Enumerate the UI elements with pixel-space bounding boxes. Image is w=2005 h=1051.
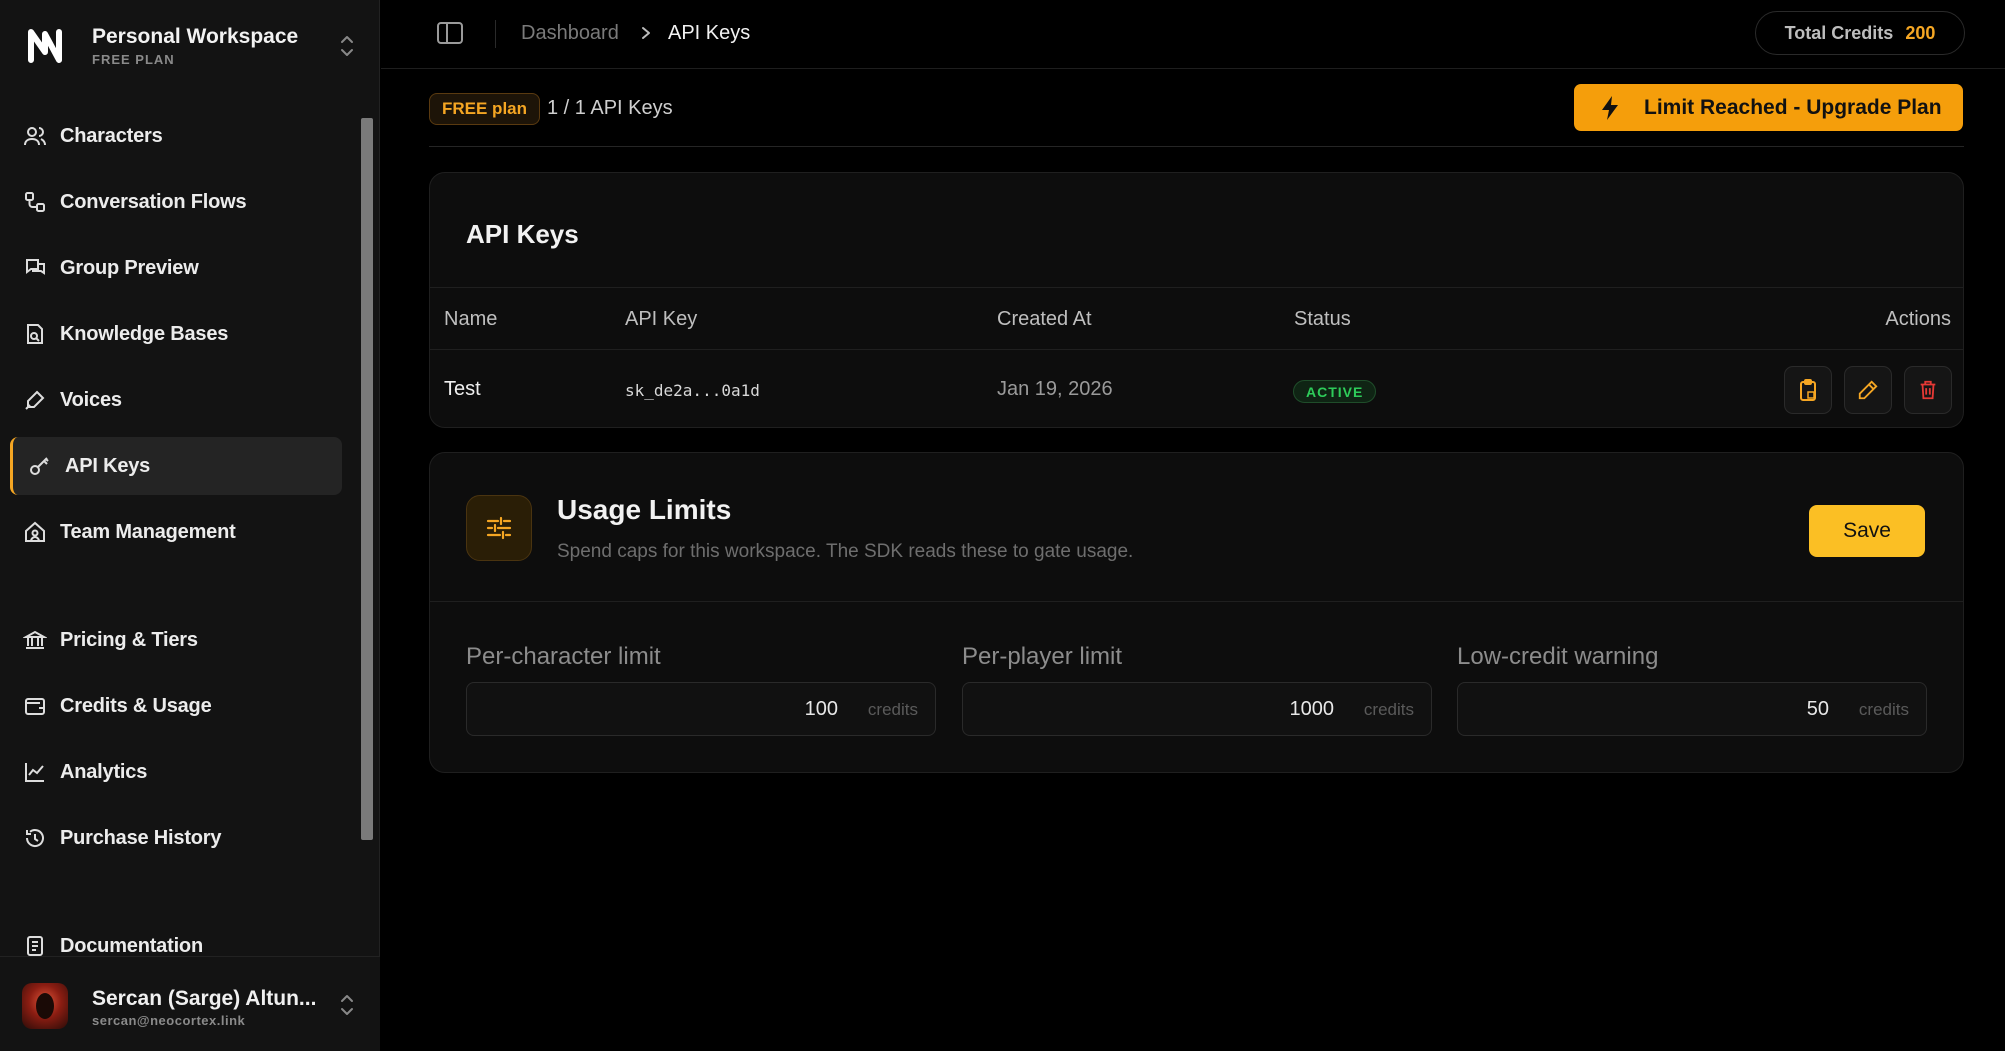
sliders-icon	[466, 495, 532, 561]
sidebar-item-label: Analytics	[60, 760, 148, 783]
sidebar-item-label: Conversation Flows	[60, 190, 247, 213]
sidebar-item-label: API Keys	[65, 454, 151, 477]
per-character-limit-input[interactable]: 100 credits	[466, 682, 936, 736]
credits-value: 200	[1905, 22, 1936, 43]
pencil-icon	[1858, 380, 1878, 400]
trash-icon	[1920, 380, 1936, 400]
knowledge-base-icon	[22, 321, 48, 347]
column-header-name: Name	[444, 308, 498, 330]
api-keys-card: API Keys Name API Key Created At Status …	[429, 172, 1964, 428]
save-button[interactable]: Save	[1809, 505, 1925, 557]
card-title: API Keys	[466, 219, 579, 249]
status-badge: ACTIVE	[1293, 380, 1377, 403]
sidebar-item-label: Credits & Usage	[60, 694, 212, 717]
edit-key-button[interactable]	[1844, 366, 1892, 414]
wallet-icon	[22, 693, 48, 719]
chevron-up-down-icon	[341, 36, 353, 56]
per-player-limit-input[interactable]: 1000 credits	[962, 682, 1432, 736]
key-value: sk_de2a...0a1d	[625, 381, 760, 400]
sidebar-item-knowledge-bases[interactable]: Knowledge Bases	[10, 305, 342, 363]
sidebar-item-label: Purchase History	[60, 826, 222, 849]
team-home-icon	[22, 519, 48, 545]
divider	[430, 287, 1963, 288]
users-icon	[22, 123, 48, 149]
input-unit: credits	[1363, 700, 1414, 719]
sidebar-item-label: Pricing & Tiers	[60, 628, 198, 651]
low-credit-warning-input[interactable]: 50 credits	[1457, 682, 1927, 736]
sidebar-item-label: Group Preview	[60, 256, 199, 279]
sidebar-item-label: Team Management	[60, 520, 236, 543]
sidebar: Personal Workspace FREE PLAN Characters …	[0, 0, 380, 1051]
sidebar-item-characters[interactable]: Characters	[10, 107, 342, 165]
input-unit: credits	[867, 700, 918, 719]
upgrade-plan-button[interactable]: Limit Reached - Upgrade Plan	[1574, 84, 1963, 131]
sidebar-item-label: Characters	[60, 124, 163, 147]
pen-voice-icon	[22, 387, 48, 413]
history-icon	[22, 825, 48, 851]
user-name: Sercan (Sarge) Altun...	[92, 987, 317, 1010]
top-bar: Dashboard API Keys Total Credits 200	[381, 0, 2005, 69]
credits-label: Total Credits	[1784, 22, 1894, 43]
sidebar-item-credits[interactable]: Credits & Usage	[10, 677, 342, 735]
api-key-count: 1 / 1 API Keys	[547, 97, 673, 119]
user-menu[interactable]: Sercan (Sarge) Altun... sercan@neocortex…	[0, 956, 380, 1051]
flow-icon	[22, 189, 48, 215]
workspace-switcher[interactable]: Personal Workspace FREE PLAN	[22, 22, 358, 70]
key-created-at: Jan 19, 2026	[997, 378, 1113, 400]
sidebar-item-label: Documentation	[60, 934, 203, 957]
chevron-up-down-icon	[341, 995, 353, 1015]
input-value: 50	[1806, 698, 1829, 720]
per-character-limit-label: Per-character limit	[466, 643, 661, 670]
copy-key-button[interactable]	[1784, 366, 1832, 414]
column-header-api-key: API Key	[625, 308, 698, 330]
sidebar-item-label: Voices	[60, 388, 122, 411]
sidebar-item-voices[interactable]: Voices	[10, 371, 342, 429]
column-header-status: Status	[1294, 308, 1351, 330]
per-player-limit-label: Per-player limit	[962, 643, 1123, 670]
delete-key-button[interactable]	[1904, 366, 1952, 414]
app-logo	[22, 23, 68, 69]
sidebar-item-label: Knowledge Bases	[60, 322, 229, 345]
low-credit-warning-label: Low-credit warning	[1457, 643, 1659, 670]
user-email: sercan@neocortex.link	[92, 1013, 246, 1028]
total-credits-badge[interactable]: Total Credits 200	[1755, 11, 1965, 55]
key-name: Test	[444, 378, 481, 400]
workspace-plan: FREE PLAN	[92, 52, 175, 67]
sidebar-item-conversation-flows[interactable]: Conversation Flows	[10, 173, 342, 231]
divider	[430, 349, 1963, 350]
clipboard-icon	[1800, 379, 1816, 401]
sidebar-scrollbar[interactable]	[361, 118, 373, 840]
upgrade-plan-label: Limit Reached - Upgrade Plan	[1644, 95, 1942, 119]
chart-line-icon	[22, 759, 48, 785]
breadcrumb-current: API Keys	[668, 22, 751, 44]
divider	[430, 601, 1963, 602]
bank-icon	[22, 627, 48, 653]
divider	[429, 146, 1964, 147]
avatar	[22, 983, 68, 1029]
card-subtitle: Spend caps for this workspace. The SDK r…	[557, 541, 1134, 562]
sidebar-toggle-icon[interactable]	[436, 21, 464, 45]
input-unit: credits	[1858, 700, 1909, 719]
sidebar-item-group-preview[interactable]: Group Preview	[10, 239, 342, 297]
sidebar-item-api-keys[interactable]: API Keys	[10, 437, 342, 495]
column-header-created-at: Created At	[997, 308, 1092, 330]
input-value: 100	[804, 698, 838, 720]
usage-limits-card: Usage Limits Spend caps for this workspa…	[429, 452, 1964, 773]
chevron-right-icon	[642, 27, 650, 39]
divider	[495, 20, 496, 48]
plan-badge: FREE plan	[429, 93, 541, 125]
sidebar-item-pricing[interactable]: Pricing & Tiers	[10, 611, 342, 669]
column-header-actions: Actions	[1885, 308, 1951, 330]
sidebar-item-purchase-history[interactable]: Purchase History	[10, 809, 342, 867]
breadcrumb-dashboard[interactable]: Dashboard	[521, 22, 619, 45]
chat-bubbles-icon	[22, 255, 48, 281]
lightning-icon	[1602, 95, 1618, 120]
sidebar-item-analytics[interactable]: Analytics	[10, 743, 342, 801]
card-title: Usage Limits	[557, 494, 732, 525]
key-icon	[27, 453, 53, 479]
workspace-name: Personal Workspace	[92, 25, 299, 48]
sidebar-item-team-management[interactable]: Team Management	[10, 503, 342, 561]
input-value: 1000	[1289, 698, 1335, 720]
